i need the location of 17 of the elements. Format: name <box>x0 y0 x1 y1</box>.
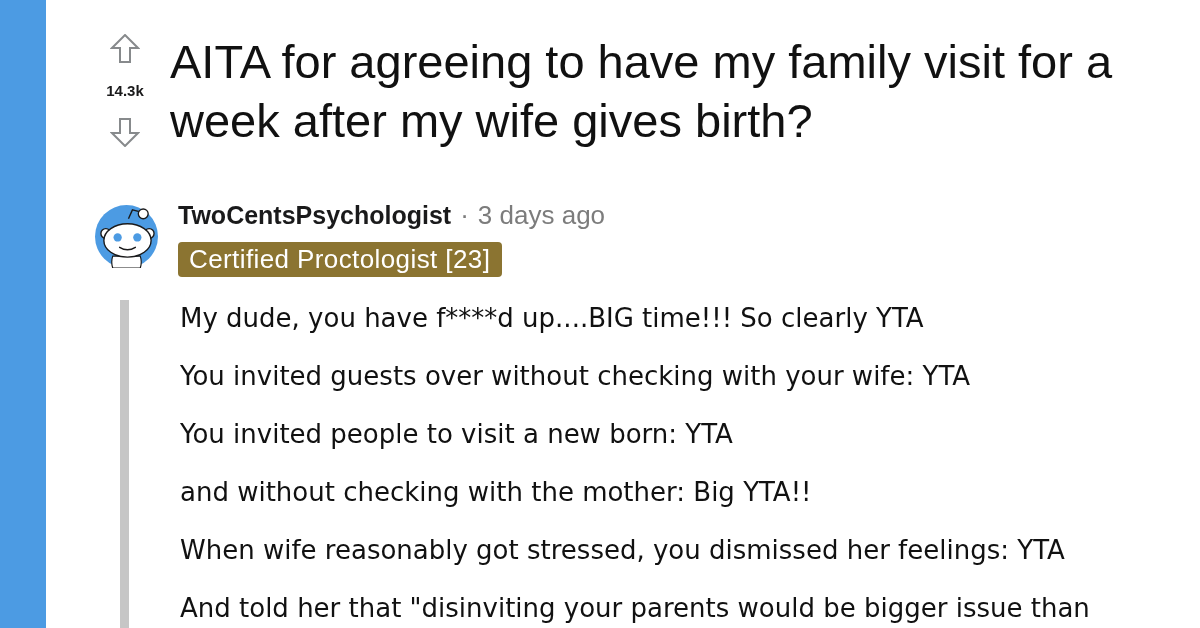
separator-dot: · <box>460 200 469 230</box>
comment-paragraph: and without checking with the mother: Big YTA!! <box>180 476 813 509</box>
comment-paragraph: When wife reasonably got stressed, you dismissed her feelings: YTA <box>180 534 1066 567</box>
post-title: AITA for agreeing to have my family visit for a week after my wife gives birth? <box>170 34 1114 149</box>
comment-paragraph: And told her that "disinviting your parents would be bigger issue than <box>180 592 1090 625</box>
comment-author[interactable]: TwoCentsPsychologist <box>178 200 452 230</box>
comment-paragraph: You invited people to visit a new born: YTA <box>180 418 734 451</box>
upvote-button[interactable] <box>110 34 140 64</box>
arrow-up-icon <box>110 34 140 64</box>
comment-paragraph: My dude, you have f****d up....BIG time!!! So clearly YTA <box>180 302 925 335</box>
user-flair: Certified Proctologist [23] <box>178 242 503 277</box>
avatar-icon <box>95 205 158 268</box>
comment-paragraph: You invited guests over without checking with your wife: YTA <box>180 360 972 393</box>
downvote-button[interactable] <box>110 117 140 147</box>
arrow-down-icon <box>110 117 140 147</box>
vote-score: 14.3k <box>106 82 144 100</box>
comment-time: 3 days ago <box>477 200 606 230</box>
